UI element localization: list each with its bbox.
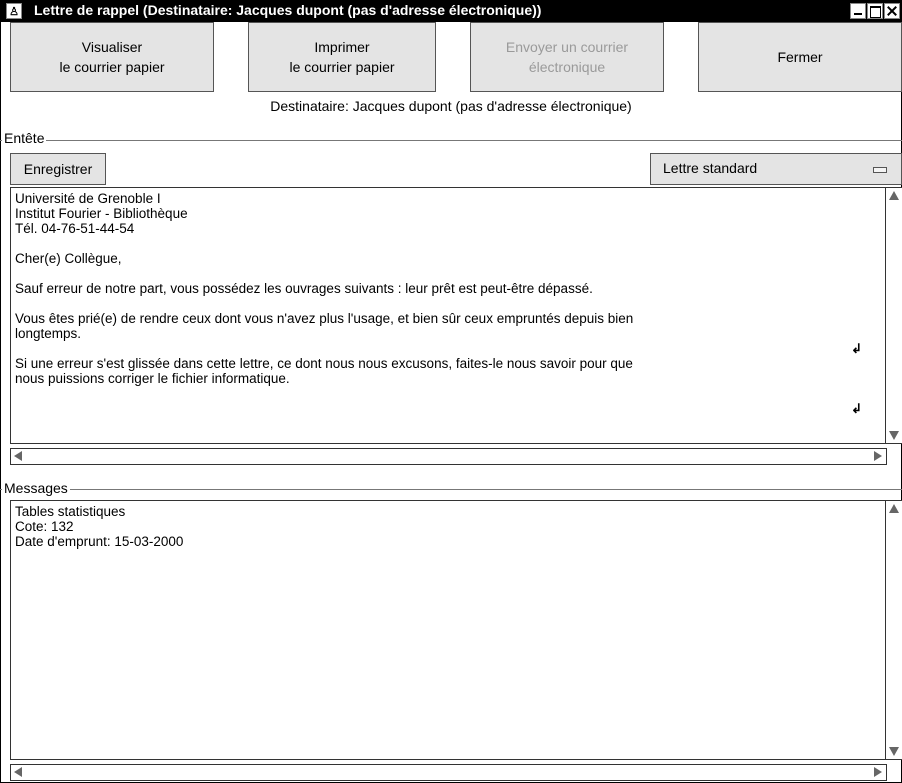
save-button[interactable]: Enregistrer: [10, 153, 106, 185]
window-title: Lettre de rappel (Destinataire: Jacques …: [34, 2, 542, 18]
close-button-label: Fermer: [777, 49, 823, 65]
scroll-right-arrow-icon[interactable]: [872, 450, 883, 461]
close-button[interactable]: Fermer: [698, 22, 902, 92]
letter-horizontal-scrollbar[interactable]: [10, 448, 887, 465]
app-icon[interactable]: ♙: [6, 3, 22, 19]
letter-line: Tél. 04-76-51-44-54: [15, 221, 135, 236]
scroll-down-arrow-icon[interactable]: [887, 745, 900, 758]
email-button-label-line2: électronique: [528, 59, 606, 75]
maximize-icon[interactable]: [867, 3, 883, 19]
letter-line: Cher(e) Collègue,: [15, 251, 122, 266]
scroll-up-arrow-icon[interactable]: [887, 502, 900, 515]
close-icon[interactable]: [884, 3, 900, 19]
view-button-label-line2: le courrier papier: [59, 59, 165, 75]
minimize-icon[interactable]: [850, 3, 866, 19]
view-button-label-line1: Visualiser: [81, 39, 143, 55]
line-wrap-icon: ↲: [851, 401, 862, 416]
letter-line: Université de Grenoble I: [15, 191, 161, 206]
letter-text-area[interactable]: Université de Grenoble I Institut Fourie…: [10, 187, 887, 444]
messages-text-area[interactable]: Tables statistiques Cote: 132 Date d'emp…: [10, 500, 887, 760]
letter-vertical-scrollbar[interactable]: [885, 187, 902, 444]
print-button-label-line1: Imprimer: [314, 39, 370, 55]
letter-line: Vous êtes prié(e) de rendre ceux dont vo…: [15, 311, 634, 326]
view-paper-letter-button[interactable]: Visualiser le courrier papier: [10, 22, 214, 92]
messages-group-divider: [0, 489, 902, 490]
print-paper-letter-button[interactable]: Imprimer le courrier papier: [248, 22, 436, 92]
letter-template-select[interactable]: Lettre standard: [650, 153, 902, 185]
messages-group-label: Messages: [2, 480, 70, 496]
header-group-divider: [0, 140, 902, 141]
scroll-up-arrow-icon[interactable]: [887, 189, 900, 202]
letter-line: nous puissions corriger le fichier infor…: [15, 371, 290, 386]
message-line: Date d'emprunt: 15-03-2000: [15, 534, 184, 549]
scroll-left-arrow-icon[interactable]: [12, 450, 23, 461]
header-group-label: Entête: [2, 130, 47, 146]
email-button-label-line1: Envoyer un courrier: [505, 39, 629, 55]
message-line: Cote: 132: [15, 519, 74, 534]
scroll-right-arrow-icon[interactable]: [872, 766, 883, 777]
send-email-button[interactable]: Envoyer un courrier électronique: [470, 22, 664, 92]
letter-line: Institut Fourier - Bibliothèque: [15, 206, 188, 221]
recipient-line: Destinataire: Jacques dupont (pas d'adre…: [270, 98, 632, 114]
letter-line: longtemps.: [15, 326, 82, 341]
message-line: Tables statistiques: [15, 504, 126, 519]
title-bar[interactable]: ♙ Lettre de rappel (Destinataire: Jacque…: [0, 0, 902, 22]
scroll-down-arrow-icon[interactable]: [887, 429, 900, 442]
letter-template-value: Lettre standard: [663, 160, 758, 176]
scroll-left-arrow-icon[interactable]: [12, 766, 23, 777]
messages-horizontal-scrollbar[interactable]: [10, 764, 887, 781]
letter-line: Si une erreur s'est glissée dans cette l…: [15, 356, 633, 371]
letter-line: Sauf erreur de notre part, vous possédez…: [15, 281, 593, 296]
dropdown-indicator-icon: [873, 167, 887, 173]
print-button-label-line2: le courrier papier: [289, 59, 395, 75]
messages-vertical-scrollbar[interactable]: [885, 500, 902, 760]
line-wrap-icon: ↲: [851, 341, 862, 356]
